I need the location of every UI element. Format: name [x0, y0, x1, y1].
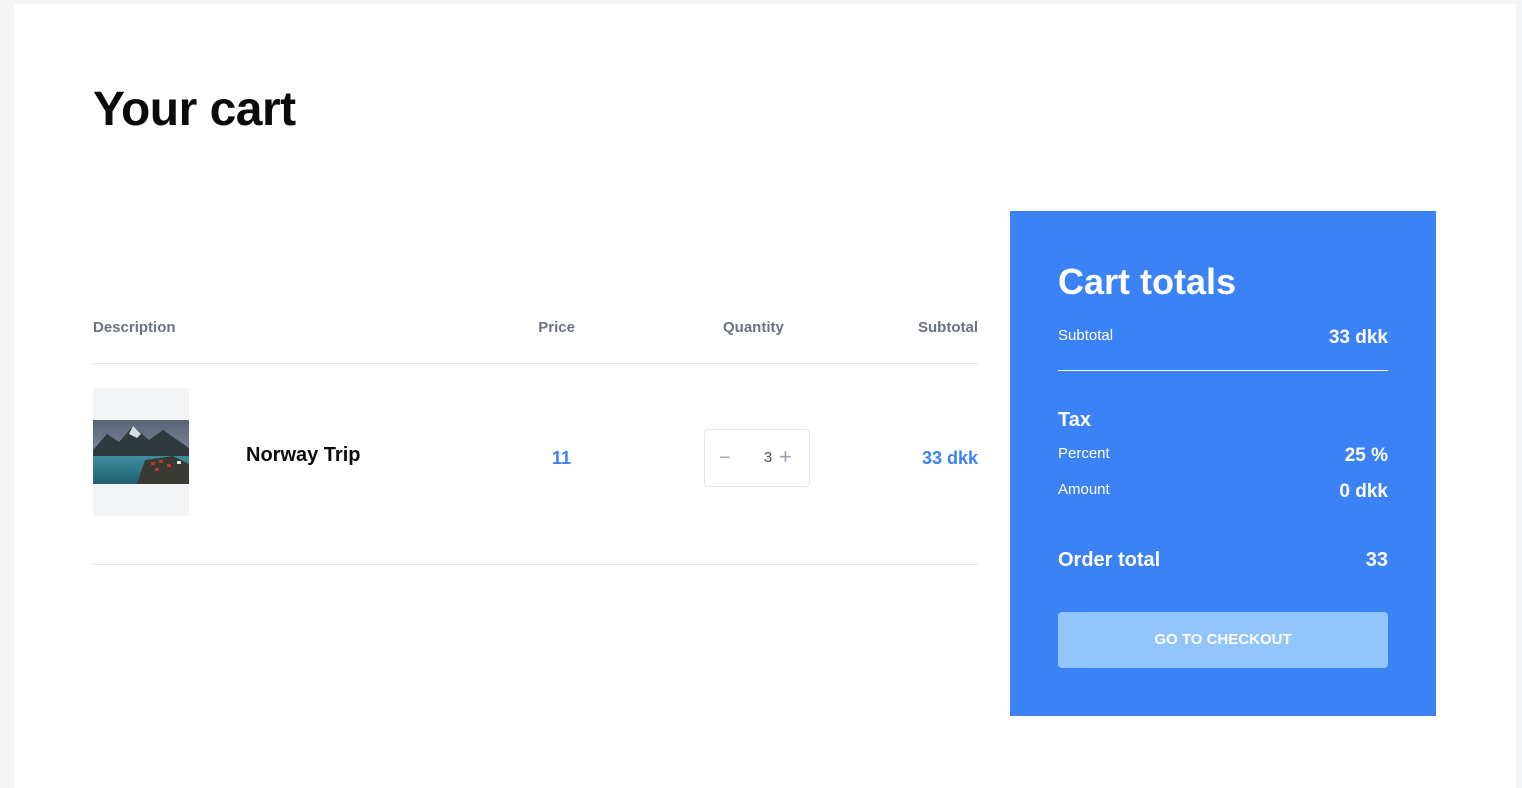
landscape-photo-icon [93, 420, 189, 484]
page-title: Your cart [93, 83, 296, 136]
cart-page: Your cart Description Price Quantity Sub… [14, 4, 1516, 788]
amount-value: 0 dkk [1339, 481, 1388, 502]
product-thumbnail[interactable] [93, 388, 189, 516]
order-total-label: Order total [1058, 549, 1161, 571]
totals-divider [1058, 370, 1388, 371]
quantity-value[interactable]: 3 [761, 449, 775, 466]
order-total-value: 33 [1365, 549, 1388, 571]
plus-icon[interactable]: + [779, 446, 799, 468]
cart-totals-title: Cart totals [1058, 261, 1237, 302]
minus-icon[interactable]: − [719, 448, 739, 468]
row-subtotal: 33 dkk [921, 448, 978, 468]
table-divider [93, 564, 978, 565]
table-divider [93, 363, 978, 364]
table-row: Norway Trip 11 − 3 + 33 dkk [93, 388, 978, 516]
percent-label: Percent [1058, 445, 1110, 462]
amount-label: Amount [1058, 481, 1110, 498]
quantity-stepper[interactable]: − 3 + [704, 429, 810, 487]
header-subtotal: Subtotal [918, 319, 978, 336]
subtotal-label: Subtotal [1058, 327, 1114, 344]
header-description: Description [93, 319, 176, 336]
header-price: Price [538, 319, 575, 336]
cart-totals-panel: Cart totals Subtotal 33 dkk Tax Percent … [1010, 211, 1436, 716]
product-price: 11 [551, 448, 571, 468]
tax-heading: Tax [1058, 409, 1091, 431]
product-name[interactable]: Norway Trip [246, 444, 360, 467]
percent-value: 25 % [1344, 445, 1388, 466]
checkout-button[interactable]: GO TO CHECKOUT [1058, 612, 1388, 668]
subtotal-value: 33 dkk [1328, 327, 1388, 348]
header-quantity: Quantity [723, 319, 784, 336]
